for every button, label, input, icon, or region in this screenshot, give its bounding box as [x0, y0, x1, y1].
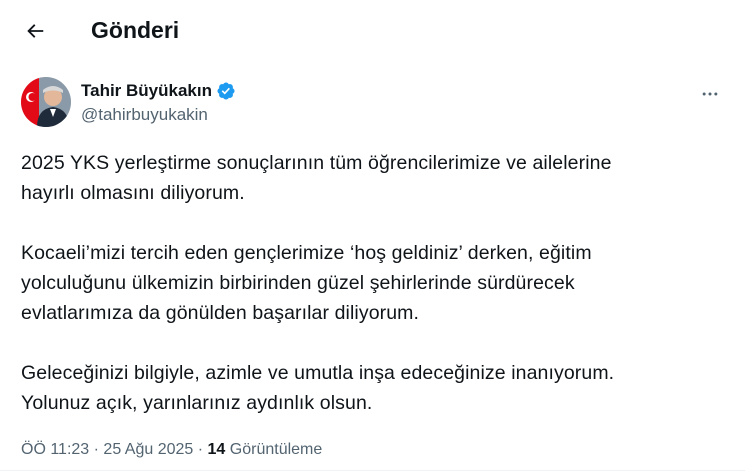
views-count[interactable]: 14 — [208, 441, 226, 458]
meta-separator: · — [93, 441, 99, 458]
more-dots-icon — [702, 92, 718, 96]
back-button[interactable] — [18, 14, 52, 48]
more-options-button[interactable] — [695, 79, 725, 109]
avatar-image — [21, 77, 71, 127]
views-label[interactable]: Görüntüleme — [230, 441, 323, 458]
tweet-paragraph: Kocaeli’mizi tercih eden gençlerimize ‘h… — [21, 238, 721, 328]
divider — [0, 470, 745, 471]
name-row: Tahir Büyükakın — [81, 80, 236, 102]
tweet-time[interactable]: ÖÖ 11:23 — [21, 441, 89, 458]
tweet-date[interactable]: 25 Ağu 2025 — [103, 441, 193, 458]
tweet-line: Yolunuz açık, yarınlarınız aydınlık olsu… — [21, 392, 373, 414]
tweet-line: hayırlı olmasını diliyorum. — [21, 182, 245, 204]
author-handle[interactable]: @tahirbuyukakin — [81, 104, 208, 126]
page-title: Gönderi — [91, 17, 180, 43]
tweet-text: 2025 YKS yerleştirme sonuçlarının tüm öğ… — [21, 148, 721, 418]
tweet-meta: ÖÖ 11:23 · 25 Ağu 2025 · 14 Görüntüleme — [21, 439, 322, 461]
page-header: Gönderi — [0, 0, 745, 62]
tweet-paragraph: Geleceğinizi bilgiyle, azimle ve umutla … — [21, 358, 721, 418]
arrow-left-icon — [27, 24, 44, 38]
tweet-line: 2025 YKS yerleştirme sonuçlarının tüm öğ… — [21, 152, 612, 174]
author-name[interactable]: Tahir Büyükakın — [81, 80, 212, 102]
tweet-line: Geleceğinizi bilgiyle, azimle ve umutla … — [21, 362, 615, 384]
meta-separator: · — [197, 441, 204, 458]
tweet-author: Tahir Büyükakın @tahirbuyukakin — [21, 77, 725, 129]
avatar[interactable] — [21, 77, 71, 127]
verified-badge-icon[interactable] — [216, 81, 236, 101]
tweet-line: yolculuğunu ülkemizin birbirinden güzel … — [21, 272, 575, 294]
tweet-line: Kocaeli’mizi tercih eden gençlerimize ‘h… — [21, 242, 592, 264]
tweet-paragraph: 2025 YKS yerleştirme sonuçlarının tüm öğ… — [21, 148, 721, 208]
tweet-line: evlatlarımıza da gönülden başarılar dili… — [21, 302, 420, 324]
